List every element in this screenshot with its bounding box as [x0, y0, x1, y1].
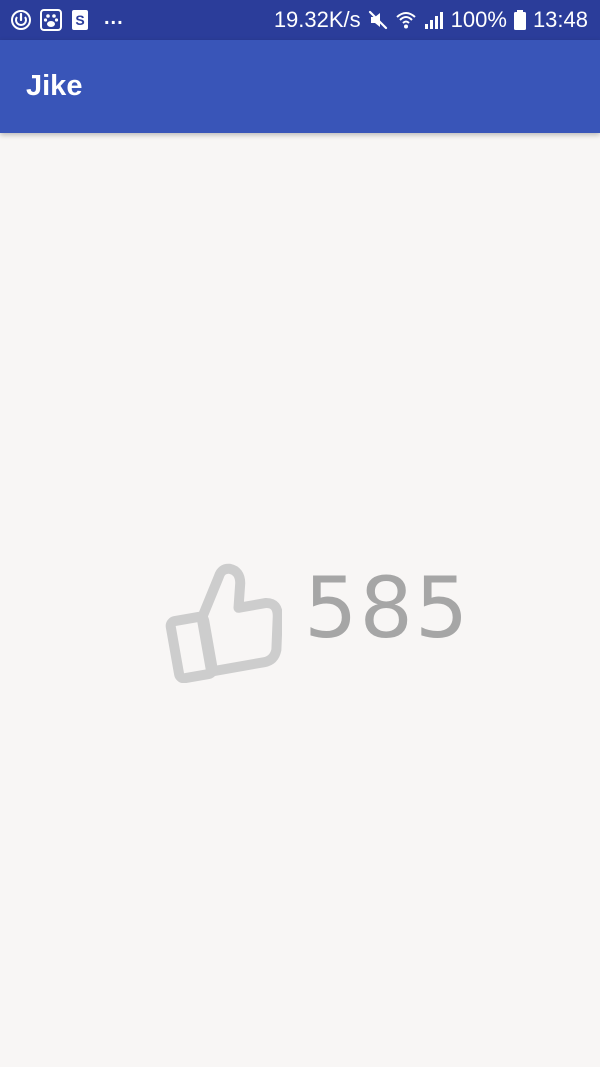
app-bar: Jike [0, 40, 600, 133]
wifi-icon [395, 9, 417, 31]
clock: 13:48 [532, 7, 588, 32]
app-title: Jike [26, 70, 83, 102]
system-status-area: 19.32K/s 100% 13:48 [274, 7, 588, 33]
paw-app-icon [40, 9, 62, 31]
battery-icon [513, 9, 527, 31]
more-notifications-indicator: ... [104, 6, 124, 29]
notification-area: S ... [10, 6, 274, 31]
like-count: 585 [304, 559, 471, 657]
sync-icon [10, 9, 32, 31]
svg-text:S: S [75, 12, 84, 28]
signal-icon [423, 9, 445, 31]
main-content: 585 [0, 133, 600, 1067]
network-speed: 19.32K/s [273, 7, 361, 32]
thumbs-up-icon[interactable] [160, 553, 283, 684]
status-bar: S ... 19.32K/s 100% 13:48 [0, 0, 600, 40]
s-app-icon: S [70, 9, 92, 31]
like-widget[interactable]: 585 [160, 553, 471, 684]
mute-icon [367, 9, 389, 31]
battery-percent: 100% [450, 7, 507, 32]
